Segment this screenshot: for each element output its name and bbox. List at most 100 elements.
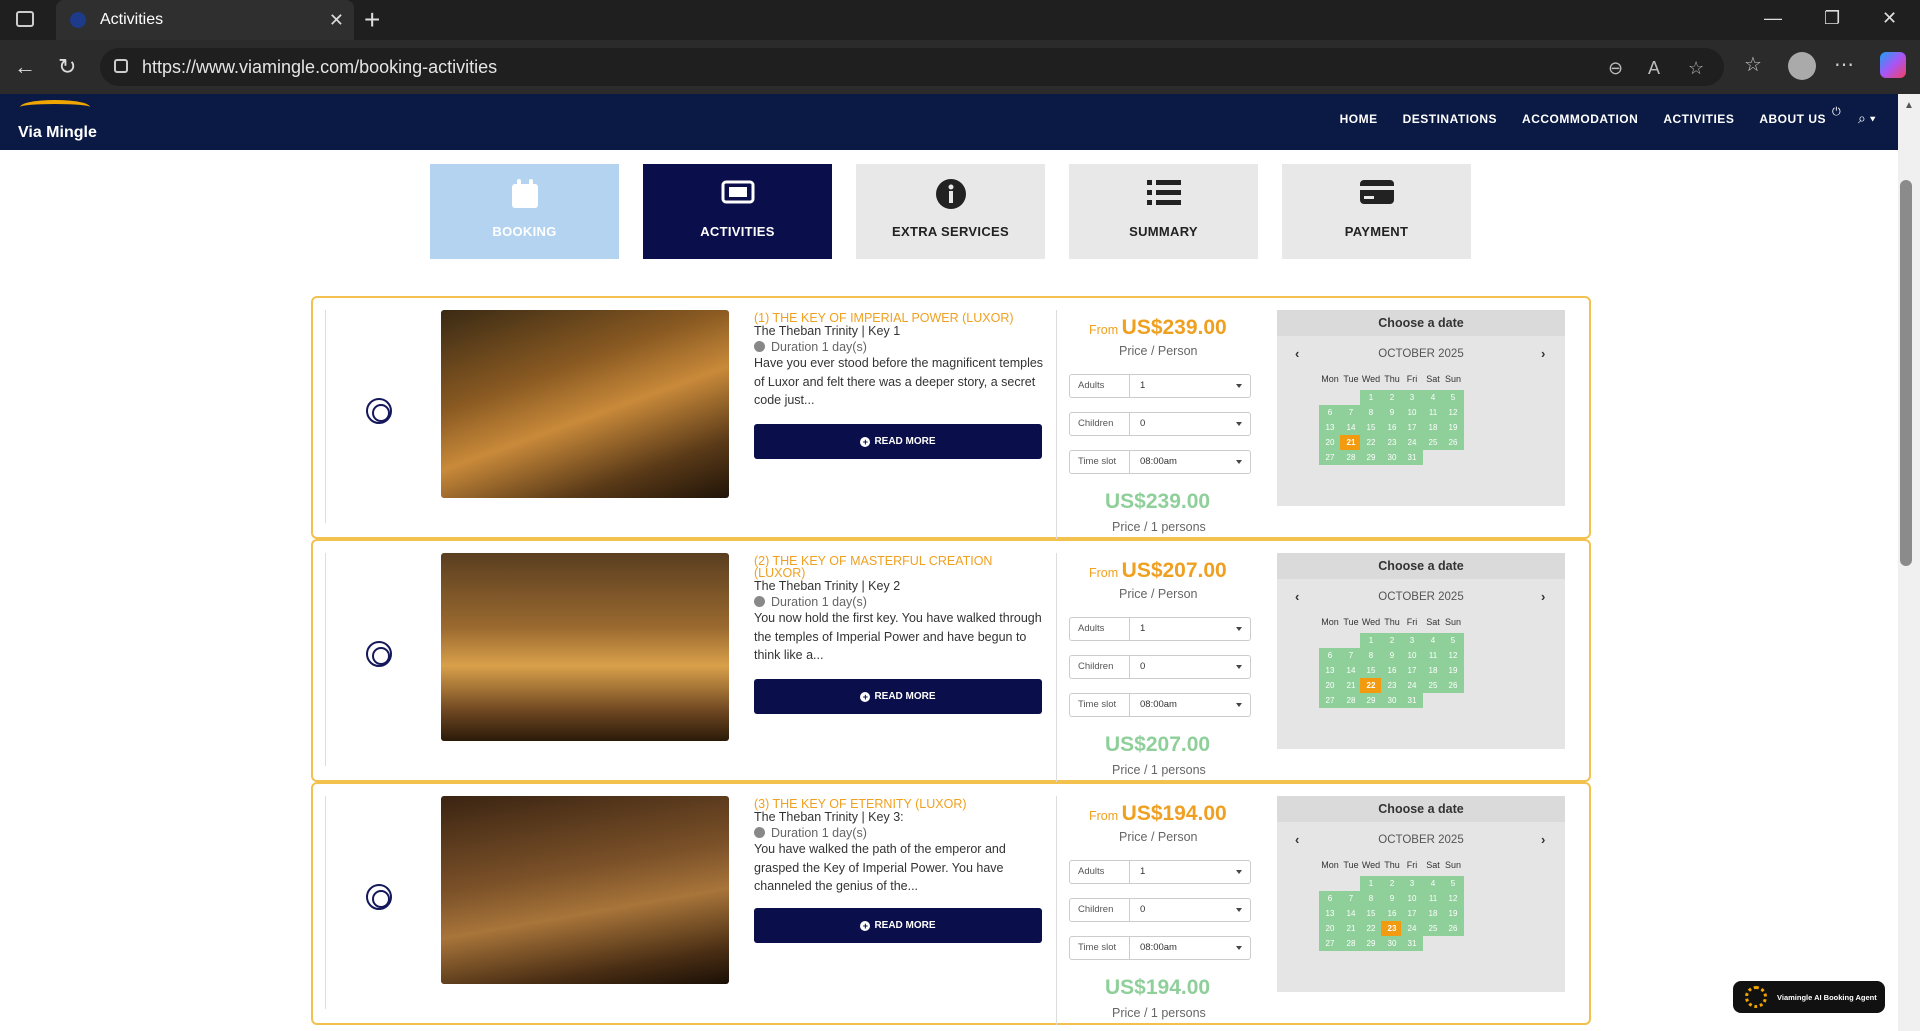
calendar-day[interactable]: 26	[1442, 678, 1464, 693]
new-tab-icon[interactable]: +	[364, 4, 380, 36]
menu-home[interactable]: HOME	[1340, 112, 1378, 126]
step-booking[interactable]: BOOKING	[430, 164, 619, 259]
read-more-button[interactable]: + READ MORE	[754, 908, 1042, 943]
timeslot-select[interactable]: Time slot 08:00am	[1069, 936, 1251, 960]
calendar-day[interactable]: 30	[1381, 693, 1403, 708]
calendar-day[interactable]: 18	[1422, 906, 1444, 921]
calendar-day[interactable]: 18	[1422, 420, 1444, 435]
calendar-day[interactable]: 3	[1401, 390, 1423, 405]
scroll-up-icon[interactable]: ▲	[1898, 100, 1920, 111]
calendar-day[interactable]: 25	[1422, 435, 1444, 450]
menu-destinations[interactable]: DESTINATIONS	[1403, 112, 1497, 126]
calendar-day[interactable]: 3	[1401, 876, 1423, 891]
calendar-day[interactable]: 12	[1442, 891, 1464, 906]
calendar-day[interactable]: 24	[1401, 678, 1423, 693]
calendar-day[interactable]: 19	[1442, 663, 1464, 678]
calendar-day[interactable]: 29	[1360, 693, 1382, 708]
calendar-day[interactable]: 27	[1319, 450, 1341, 465]
select-activity-radio[interactable]	[366, 884, 392, 910]
calendar-day[interactable]: 15	[1360, 420, 1382, 435]
calendar-day[interactable]: 6	[1319, 648, 1341, 663]
calendar-day[interactable]: 17	[1401, 906, 1423, 921]
calendar-day[interactable]: 21	[1340, 678, 1362, 693]
power-icon[interactable]: ⏻	[1832, 106, 1841, 119]
read-more-button[interactable]: + READ MORE	[754, 424, 1042, 459]
calendar-day[interactable]: 23	[1381, 678, 1403, 693]
adults-select[interactable]: Adults 1	[1069, 374, 1251, 398]
calendar-day[interactable]: 13	[1319, 420, 1341, 435]
calendar-day[interactable]: 26	[1442, 435, 1464, 450]
profile-avatar[interactable]	[1788, 52, 1816, 80]
calendar-day[interactable]: 9	[1381, 648, 1403, 663]
next-month-icon[interactable]: ›	[1541, 589, 1545, 604]
calendar-day[interactable]: 7	[1340, 405, 1362, 420]
browser-tab[interactable]: Activities ✕	[56, 0, 354, 40]
calendar-day[interactable]: 28	[1340, 450, 1362, 465]
calendar-day[interactable]: 21	[1340, 921, 1362, 936]
calendar-day[interactable]: 19	[1442, 906, 1464, 921]
step-summary[interactable]: SUMMARY	[1069, 164, 1258, 259]
calendar-day[interactable]: 7	[1340, 891, 1362, 906]
next-month-icon[interactable]: ›	[1541, 346, 1545, 361]
calendar-day[interactable]: 22	[1360, 435, 1382, 450]
calendar-day[interactable]: 15	[1360, 906, 1382, 921]
calendar-day[interactable]: 1	[1360, 633, 1382, 648]
copilot-icon[interactable]	[1880, 52, 1906, 78]
sidebar-toggle-icon[interactable]	[16, 11, 34, 27]
calendar-day[interactable]: 12	[1442, 405, 1464, 420]
calendar-day[interactable]: 11	[1422, 891, 1444, 906]
calendar-day[interactable]: 16	[1381, 663, 1403, 678]
calendar-day[interactable]: 18	[1422, 663, 1444, 678]
activity-title[interactable]: (2) THE KEY OF MASTERFUL CREATION (LUXOR…	[754, 555, 1044, 580]
calendar-day[interactable]: 17	[1401, 420, 1423, 435]
activity-title[interactable]: (3) THE KEY OF ETERNITY (LUXOR)	[754, 798, 1044, 811]
calendar-day[interactable]: 20	[1319, 678, 1341, 693]
more-menu-icon[interactable]: ⋯	[1834, 52, 1854, 77]
calendar-day[interactable]: 5	[1442, 876, 1464, 891]
calendar-day[interactable]: 30	[1381, 936, 1403, 951]
calendar-day[interactable]: 6	[1319, 891, 1341, 906]
calendar-day[interactable]: 28	[1340, 693, 1362, 708]
calendar-day[interactable]: 27	[1319, 936, 1341, 951]
select-activity-radio[interactable]	[366, 398, 392, 424]
calendar-day[interactable]: 11	[1422, 648, 1444, 663]
calendar-day[interactable]: 11	[1422, 405, 1444, 420]
calendar-day[interactable]: 27	[1319, 693, 1341, 708]
calendar-day[interactable]: 25	[1422, 921, 1444, 936]
calendar-day[interactable]: 22	[1360, 921, 1382, 936]
calendar-day[interactable]: 4	[1422, 633, 1444, 648]
calendar-day[interactable]: 22	[1360, 678, 1382, 693]
scrollbar-thumb[interactable]	[1900, 180, 1912, 566]
calendar-day[interactable]: 9	[1381, 405, 1403, 420]
next-month-icon[interactable]: ›	[1541, 832, 1545, 847]
step-extra-services[interactable]: EXTRA SERVICES	[856, 164, 1045, 259]
calendar-day[interactable]: 31	[1401, 450, 1423, 465]
ai-booking-agent-button[interactable]: Viamingle AI Booking Agent	[1733, 981, 1885, 1013]
reload-icon[interactable]: ↻	[58, 54, 76, 80]
children-select[interactable]: Children 0	[1069, 412, 1251, 436]
calendar-day[interactable]: 24	[1401, 921, 1423, 936]
menu-accommodation[interactable]: ACCOMMODATION	[1522, 112, 1638, 126]
calendar-day[interactable]: 14	[1340, 420, 1362, 435]
calendar-day[interactable]: 10	[1401, 648, 1423, 663]
calendar-day[interactable]: 2	[1381, 876, 1403, 891]
timeslot-select[interactable]: Time slot 08:00am	[1069, 450, 1251, 474]
zoom-out-icon[interactable]: ⊖	[1608, 58, 1623, 79]
calendar-day[interactable]: 2	[1381, 390, 1403, 405]
close-window-icon[interactable]: ✕	[1882, 8, 1897, 29]
calendar-day[interactable]: 17	[1401, 663, 1423, 678]
calendar-day[interactable]: 26	[1442, 921, 1464, 936]
calendar-day[interactable]: 20	[1319, 921, 1341, 936]
search-icon[interactable]: ⌕ ▾	[1858, 110, 1876, 127]
timeslot-select[interactable]: Time slot 08:00am	[1069, 693, 1251, 717]
calendar-day[interactable]: 2	[1381, 633, 1403, 648]
minimize-icon[interactable]: —	[1764, 8, 1782, 29]
favorite-star-icon[interactable]: ☆	[1688, 58, 1704, 79]
children-select[interactable]: Children 0	[1069, 655, 1251, 679]
restore-icon[interactable]: ❐	[1824, 8, 1840, 29]
url-field[interactable]: https://www.viamingle.com/booking-activi…	[100, 48, 1724, 86]
calendar-day[interactable]: 29	[1360, 936, 1382, 951]
calendar-day[interactable]: 3	[1401, 633, 1423, 648]
calendar-day[interactable]: 16	[1381, 906, 1403, 921]
calendar-day[interactable]: 14	[1340, 663, 1362, 678]
